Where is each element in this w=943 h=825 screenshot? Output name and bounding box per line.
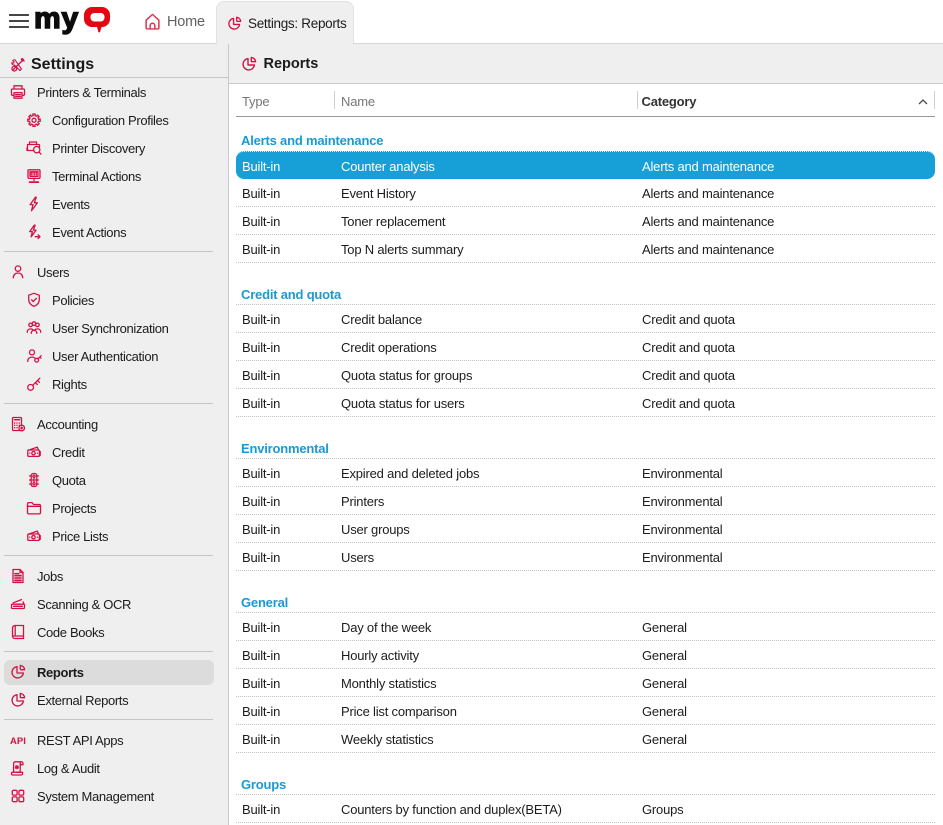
svg-text:API: API <box>10 736 26 747</box>
svg-text:my: my <box>34 5 79 35</box>
